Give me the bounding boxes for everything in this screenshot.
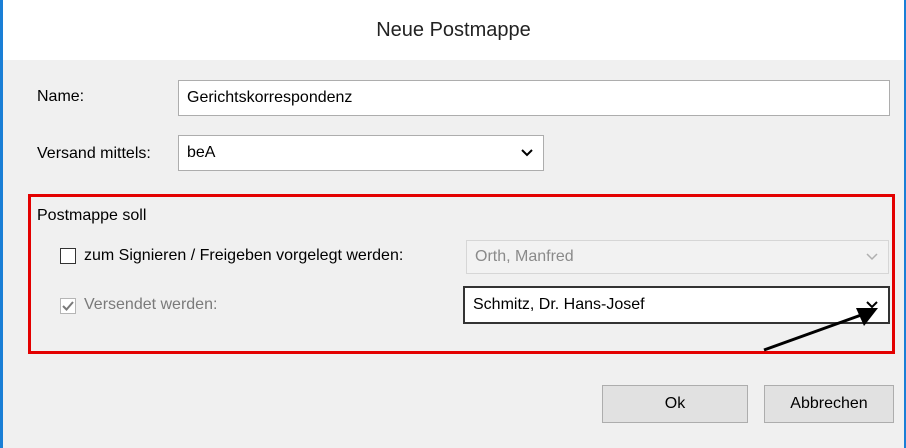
name-input-value: Gerichtskorrespondenz	[187, 89, 353, 106]
dialog-title: Neue Postmappe	[376, 18, 531, 41]
ok-button-label: Ok	[664, 395, 686, 412]
sign-person-select[interactable]: Orth, Manfred	[466, 240, 889, 274]
name-input[interactable]: Gerichtskorrespondenz	[178, 80, 890, 116]
send-label: Versendet werden:	[84, 296, 218, 313]
send-person-value: Schmitz, Dr. Hans-Josef	[473, 296, 645, 313]
versand-select[interactable]: beA	[178, 135, 544, 171]
group-title: Postmappe soll	[37, 207, 147, 224]
send-checkbox[interactable]	[60, 298, 76, 314]
sign-label[interactable]: zum Signieren / Freigeben vorgelegt werd…	[84, 247, 403, 265]
chevron-down-icon	[521, 144, 533, 162]
sign-person-value: Orth, Manfred	[475, 248, 574, 265]
ok-button[interactable]: Ok	[602, 385, 748, 423]
cancel-button-label: Abbrechen	[790, 395, 868, 412]
window-border-left	[0, 0, 3, 448]
dialog-window: Neue Postmappe Name: Gerichtskorresponde…	[0, 0, 906, 448]
arrow-icon	[763, 308, 878, 352]
name-label: Name:	[37, 88, 85, 105]
checkmark-icon	[62, 301, 74, 311]
cancel-button[interactable]: Abbrechen	[764, 385, 894, 423]
chevron-down-icon	[866, 248, 878, 266]
sign-checkbox[interactable]	[60, 248, 76, 264]
versand-select-value: beA	[187, 144, 216, 161]
versand-label: Versand mittels:	[37, 145, 151, 162]
title-bar: Neue Postmappe	[3, 0, 904, 60]
